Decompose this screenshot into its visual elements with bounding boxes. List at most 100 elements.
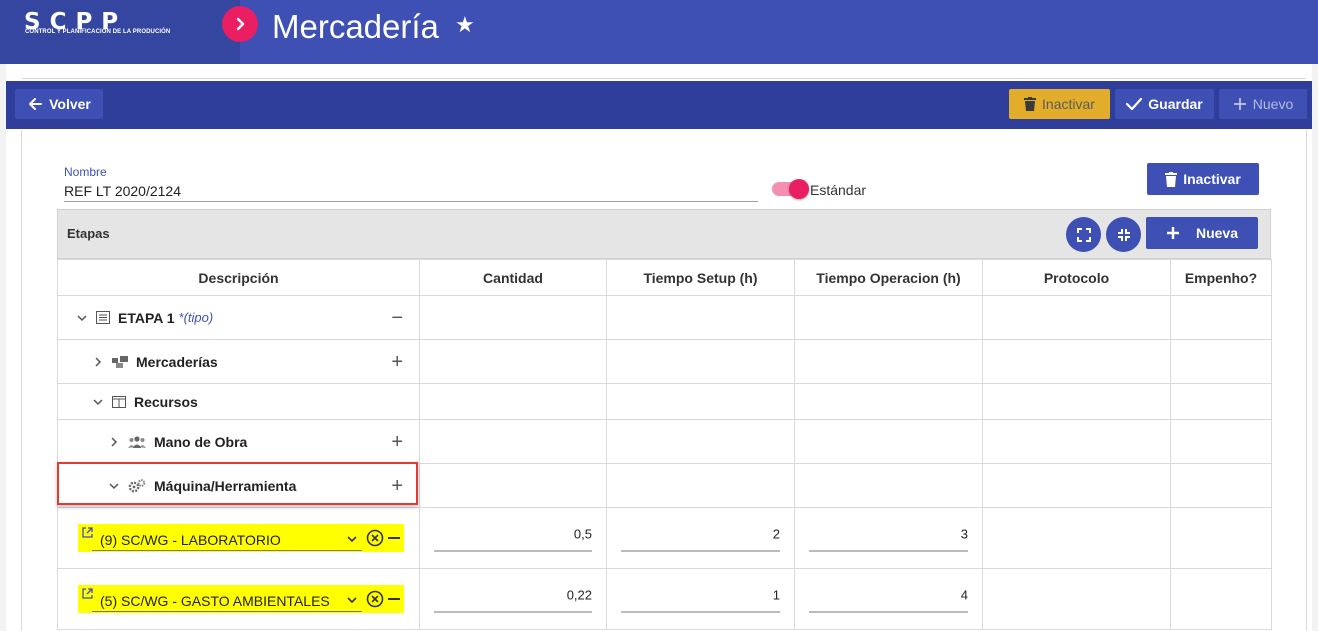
add-labor-button[interactable]: + bbox=[391, 432, 403, 452]
column-header-tiempo-setup[interactable]: Tiempo Setup (h) bbox=[606, 259, 795, 296]
name-field[interactable]: REF LT 2020/2124 bbox=[64, 183, 181, 199]
save-button[interactable]: Guardar bbox=[1115, 89, 1214, 119]
resource-select[interactable]: (9) SC/WG - LABORATORIO bbox=[78, 524, 404, 552]
name-field-label: Nombre bbox=[64, 165, 107, 179]
cell-empty bbox=[419, 419, 607, 464]
column-header-cantidad[interactable]: Cantidad bbox=[419, 259, 607, 296]
tree-node-machine[interactable]: Máquina/Herramienta bbox=[108, 478, 296, 494]
favorite-star-icon[interactable]: ★ bbox=[455, 12, 475, 38]
stage-label: ETAPA 1 bbox=[118, 309, 175, 326]
remove-stage-button[interactable]: − bbox=[391, 308, 403, 328]
tree-node-labor[interactable]: Mano de Obra bbox=[108, 434, 247, 450]
tree-cell: Mano de Obra + bbox=[57, 419, 420, 464]
back-button[interactable]: Volver bbox=[15, 89, 103, 119]
logo: SCPP CONTROL Y PLANIFICACIÓN DE LA PRODU… bbox=[0, 0, 240, 64]
clear-circle-icon[interactable] bbox=[366, 529, 384, 547]
expand-all-button[interactable] bbox=[1066, 217, 1101, 252]
chevron-down-icon[interactable] bbox=[76, 312, 88, 324]
chevron-down-icon[interactable] bbox=[92, 396, 104, 408]
remove-resource-button[interactable] bbox=[388, 537, 400, 539]
tree-cell: Recursos bbox=[57, 383, 420, 420]
column-header-descripcion[interactable]: Descripción bbox=[57, 259, 420, 296]
chevron-right-icon bbox=[236, 17, 245, 31]
setup-time-cell: 2 bbox=[606, 507, 795, 569]
quantity-input[interactable]: 0,5 bbox=[434, 525, 592, 552]
goods-label: Mercaderías bbox=[136, 353, 218, 370]
frame-line-left bbox=[21, 130, 22, 631]
cell-empty bbox=[1170, 419, 1272, 464]
external-link-icon[interactable] bbox=[82, 588, 93, 599]
chevron-down-icon[interactable] bbox=[108, 480, 120, 492]
inactivate-button[interactable]: Inactivar bbox=[1147, 163, 1259, 195]
chevron-right-icon[interactable] bbox=[92, 356, 104, 368]
cell-empty bbox=[1170, 463, 1272, 508]
operation-time-input[interactable]: 3 bbox=[809, 525, 968, 552]
resource-underline bbox=[92, 611, 362, 612]
tree-cell: Mercaderías + bbox=[57, 339, 420, 384]
cell-empty bbox=[419, 463, 607, 508]
column-header-tiempo-operacion[interactable]: Tiempo Operacion (h) bbox=[794, 259, 983, 296]
cell-empty bbox=[794, 419, 983, 464]
external-link-icon[interactable] bbox=[82, 527, 93, 538]
frame-line-right bbox=[1306, 130, 1307, 631]
collapse-all-button[interactable] bbox=[1106, 217, 1141, 252]
cell-empty bbox=[1170, 568, 1272, 630]
setup-time-cell: 1 bbox=[606, 568, 795, 630]
stage-type-hint[interactable]: *(tipo) bbox=[179, 310, 214, 325]
labor-label: Mano de Obra bbox=[154, 433, 248, 450]
new-button[interactable]: Nuevo bbox=[1219, 89, 1307, 119]
add-machine-button[interactable]: + bbox=[391, 476, 403, 496]
divider bbox=[22, 78, 1306, 79]
cell-empty bbox=[982, 463, 1171, 508]
plus-icon bbox=[1233, 98, 1246, 110]
cell-empty bbox=[419, 383, 607, 420]
cell-empty bbox=[794, 339, 983, 384]
plus-icon bbox=[1166, 227, 1179, 239]
cell-empty bbox=[794, 383, 983, 420]
menu-toggle-button[interactable] bbox=[222, 6, 258, 42]
tree-node-goods[interactable]: Mercaderías bbox=[92, 354, 218, 370]
cell-empty bbox=[606, 295, 795, 340]
resource-cell: (5) SC/WG - GASTO AMBIENTALES bbox=[57, 568, 420, 630]
operation-time-cell: 3 bbox=[794, 507, 983, 569]
tree-node-stage[interactable]: ETAPA 1 *(tipo) bbox=[76, 310, 213, 326]
gears-icon bbox=[128, 478, 146, 492]
resource-select[interactable]: (5) SC/WG - GASTO AMBIENTALES bbox=[78, 585, 404, 613]
trash-icon bbox=[1165, 171, 1178, 187]
page-title: Mercadería bbox=[272, 8, 439, 45]
new-stage-button[interactable]: Nueva bbox=[1146, 217, 1258, 249]
resources-label: Recursos bbox=[134, 393, 198, 410]
cell-empty bbox=[982, 383, 1171, 420]
tree-node-resources[interactable]: Recursos bbox=[92, 394, 198, 410]
resource-underline bbox=[92, 550, 362, 551]
chevron-right-icon[interactable] bbox=[108, 436, 120, 448]
cell-empty bbox=[1170, 507, 1272, 569]
chevron-down-icon[interactable] bbox=[346, 594, 358, 606]
chevron-down-icon[interactable] bbox=[346, 533, 358, 545]
machine-label: Máquina/Herramienta bbox=[154, 477, 297, 494]
clear-circle-icon[interactable] bbox=[366, 590, 384, 608]
table-row: (5) SC/WG - GASTO AMBIENTALES 0,22 1 4 bbox=[57, 568, 1272, 630]
tree-cell: ETAPA 1 *(tipo) − bbox=[57, 295, 420, 340]
cell-empty bbox=[1170, 295, 1272, 340]
columns-icon bbox=[112, 395, 126, 408]
operation-time-input[interactable]: 4 bbox=[809, 586, 968, 613]
setup-time-input[interactable]: 1 bbox=[621, 586, 780, 613]
table-row-machine: Máquina/Herramienta + bbox=[57, 463, 1272, 508]
save-button-label: Guardar bbox=[1148, 96, 1203, 112]
quantity-input[interactable]: 0,22 bbox=[434, 586, 592, 613]
cell-empty bbox=[794, 295, 983, 340]
add-goods-button[interactable]: + bbox=[391, 352, 403, 372]
inactivate-button-label: Inactivar bbox=[1183, 171, 1241, 187]
cell-empty bbox=[419, 339, 607, 384]
inactivate-toolbar-button[interactable]: Inactivar bbox=[1009, 89, 1110, 119]
standard-toggle-label: Estándar bbox=[810, 182, 867, 198]
trash-icon bbox=[1024, 97, 1037, 111]
new-stage-label: Nueva bbox=[1195, 225, 1239, 241]
column-header-empenho[interactable]: Empenho? bbox=[1170, 259, 1272, 296]
remove-resource-button[interactable] bbox=[388, 598, 400, 600]
column-header-protocolo[interactable]: Protocolo bbox=[982, 259, 1171, 296]
setup-time-input[interactable]: 2 bbox=[621, 525, 780, 552]
stages-title: Etapas bbox=[67, 226, 110, 241]
standard-toggle-knob[interactable] bbox=[789, 179, 809, 199]
